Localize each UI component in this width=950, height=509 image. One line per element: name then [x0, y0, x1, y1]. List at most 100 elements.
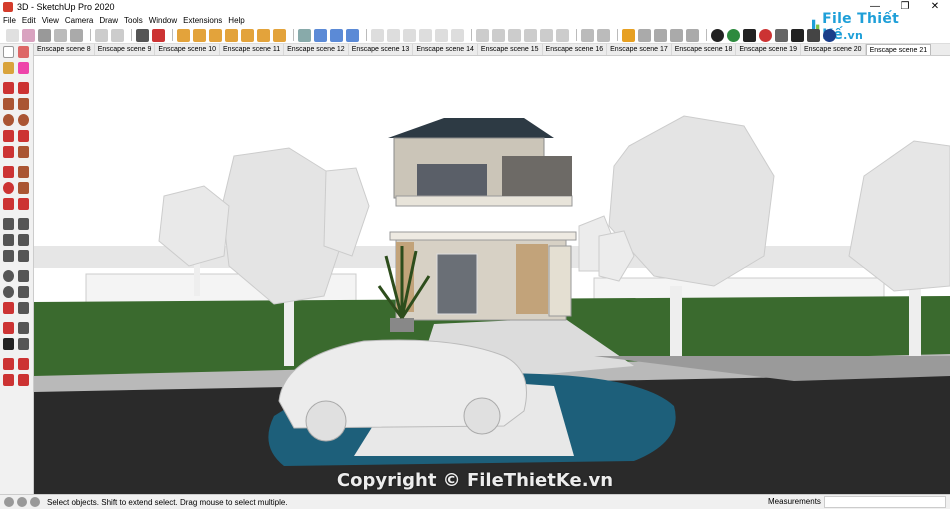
style-shaded-icon[interactable] — [524, 28, 537, 42]
menu-help[interactable]: Help — [228, 16, 244, 25]
menu-draw[interactable]: Draw — [99, 16, 118, 25]
enscape-start-icon[interactable] — [622, 28, 635, 42]
enscape-link-icon[interactable] — [654, 28, 667, 42]
scene-tab-active[interactable]: Enscape scene 21 — [865, 44, 932, 55]
scene-tab[interactable]: Enscape scene 15 — [478, 44, 543, 55]
tree-icon[interactable] — [727, 28, 740, 42]
check-icon[interactable] — [371, 28, 384, 42]
zoom-extents-icon[interactable] — [3, 302, 14, 314]
text-icon[interactable] — [18, 234, 29, 246]
push-pull-icon[interactable] — [18, 166, 29, 178]
tape-measure-icon[interactable] — [3, 218, 14, 230]
axes-icon[interactable] — [209, 28, 222, 42]
paint-icon[interactable] — [3, 62, 14, 74]
scene-tab[interactable]: Enscape scene 19 — [736, 44, 801, 55]
measurements-input[interactable] — [824, 496, 946, 508]
pie-icon[interactable] — [18, 146, 29, 158]
scene-tab[interactable]: Enscape scene 9 — [95, 44, 156, 55]
make-component-icon[interactable] — [18, 46, 29, 58]
3d-viewport[interactable] — [34, 56, 950, 494]
scene-tab[interactable]: Enscape scene 12 — [284, 44, 349, 55]
protractor-icon[interactable] — [3, 234, 14, 246]
style-hidden-icon[interactable] — [508, 28, 521, 42]
warehouse-icon[interactable] — [743, 28, 756, 42]
enscape-view-icon[interactable] — [670, 28, 683, 42]
position-camera-icon[interactable] — [3, 322, 14, 334]
mail-icon[interactable] — [807, 28, 820, 42]
scene-tab[interactable]: Enscape scene 13 — [349, 44, 414, 55]
menu-extensions[interactable]: Extensions — [183, 16, 222, 25]
follow-me-icon[interactable] — [18, 182, 29, 194]
camera-icon[interactable] — [403, 28, 416, 42]
section-plane-icon[interactable] — [273, 28, 286, 42]
push-pull-icon[interactable] — [54, 28, 67, 42]
3d-text-icon[interactable] — [18, 250, 29, 262]
undo-icon[interactable] — [95, 28, 108, 42]
dimension-icon[interactable] — [225, 28, 238, 42]
freehand-icon[interactable] — [18, 82, 29, 94]
zoom-icon[interactable] — [3, 286, 14, 298]
paint-bucket-icon[interactable] — [38, 28, 51, 42]
menu-tools[interactable]: Tools — [124, 16, 143, 25]
enscape-capture-icon[interactable] — [686, 28, 699, 42]
print-icon[interactable] — [136, 28, 149, 42]
add-icon[interactable] — [711, 28, 724, 42]
settings-icon[interactable] — [791, 28, 804, 42]
dimension-icon[interactable] — [18, 218, 29, 230]
menu-file[interactable]: File — [3, 16, 16, 25]
menu-camera[interactable]: Camera — [65, 16, 93, 25]
look-around-icon[interactable] — [18, 322, 29, 334]
layout-icon[interactable] — [18, 374, 29, 386]
style-textured-icon[interactable] — [540, 28, 553, 42]
arc-icon[interactable] — [3, 130, 14, 142]
sandbox-icon[interactable] — [581, 28, 594, 42]
previous-view-icon[interactable] — [18, 302, 29, 314]
two-point-arc-icon[interactable] — [18, 130, 29, 142]
enscape-sync-icon[interactable] — [638, 28, 651, 42]
scene-tab[interactable]: Enscape scene 16 — [543, 44, 608, 55]
orbit-icon[interactable] — [298, 28, 311, 42]
credits-icon[interactable] — [17, 497, 27, 507]
bulb-icon[interactable] — [597, 28, 610, 42]
share-model-icon[interactable] — [18, 358, 29, 370]
view-iso-icon[interactable] — [314, 28, 327, 42]
scene-tab[interactable]: Enscape scene 8 — [34, 44, 95, 55]
home-icon[interactable] — [435, 28, 448, 42]
three-point-arc-icon[interactable] — [3, 146, 14, 158]
3d-text-icon[interactable] — [257, 28, 270, 42]
scale-icon[interactable] — [3, 198, 14, 210]
info-icon[interactable] — [823, 28, 836, 42]
axes-icon[interactable] — [3, 250, 14, 262]
warehouse-icon[interactable] — [3, 358, 14, 370]
rectangle-icon[interactable] — [3, 98, 14, 110]
geolocation-icon[interactable] — [4, 497, 14, 507]
grid-icon[interactable] — [775, 28, 788, 42]
redo-icon[interactable] — [111, 28, 124, 42]
move-icon[interactable] — [70, 28, 83, 42]
menu-window[interactable]: Window — [149, 16, 177, 25]
style-wireframe-icon[interactable] — [492, 28, 505, 42]
scene-tab[interactable]: Enscape scene 20 — [801, 44, 866, 55]
circle-icon[interactable] — [3, 114, 14, 126]
scene-tab[interactable]: Enscape scene 10 — [155, 44, 221, 55]
rotated-rect-icon[interactable] — [18, 98, 29, 110]
rotate-icon[interactable] — [3, 182, 14, 194]
teapot-icon[interactable] — [387, 28, 400, 42]
view-top-icon[interactable] — [330, 28, 343, 42]
polygon-icon[interactable] — [18, 114, 29, 126]
select-icon[interactable] — [6, 28, 19, 42]
offset-icon[interactable] — [18, 198, 29, 210]
eraser-icon[interactable] — [22, 28, 35, 42]
line-icon[interactable] — [3, 82, 14, 94]
component-icon[interactable] — [152, 28, 165, 42]
scene-tab[interactable]: Enscape scene 11 — [220, 44, 285, 55]
menu-view[interactable]: View — [42, 16, 59, 25]
view-front-icon[interactable] — [346, 28, 359, 42]
extension-icon[interactable] — [759, 28, 772, 42]
text-icon[interactable] — [241, 28, 254, 42]
shadow-icon[interactable] — [451, 28, 464, 42]
extension-warehouse-icon[interactable] — [3, 374, 14, 386]
scene-tab[interactable]: Enscape scene 14 — [413, 44, 478, 55]
orbit-icon[interactable] — [3, 270, 14, 282]
style-monochrome-icon[interactable] — [556, 28, 569, 42]
